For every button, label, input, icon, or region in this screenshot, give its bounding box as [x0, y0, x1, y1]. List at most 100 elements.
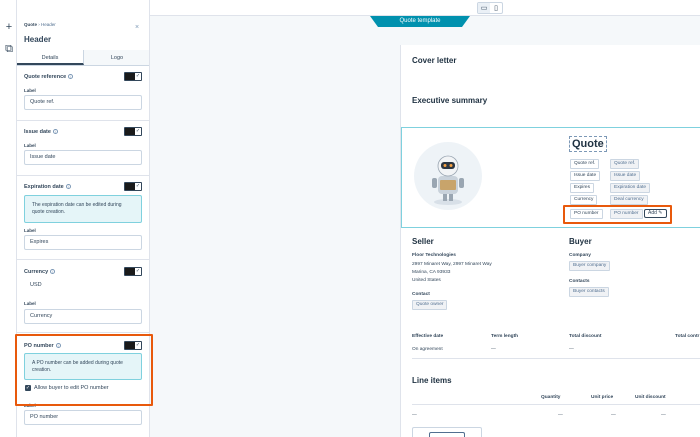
quote-reference-section: Quote reference i ✓ Label Quote ref.: [17, 66, 149, 121]
robot-logo-icon: [432, 155, 464, 205]
expiration-date-title: Expiration date i: [24, 184, 71, 190]
breadcrumb-separator: ›: [38, 22, 40, 27]
issue-date-input[interactable]: Issue date: [24, 150, 142, 165]
check-icon: ✓: [135, 183, 141, 189]
tree-icon[interactable]: ⧉: [4, 44, 14, 55]
expiration-date-input[interactable]: Expires: [24, 235, 142, 250]
buyer-contacts-chip: Buyer contacts: [569, 287, 609, 297]
seller-heading[interactable]: Seller: [412, 237, 434, 246]
desktop-icon[interactable]: ▭: [478, 3, 490, 13]
line-item-price-dash: —: [611, 413, 616, 418]
term-length-value: —: [491, 347, 496, 352]
currency-section: Currency i ✓ USD Label Currency: [17, 260, 149, 333]
effective-date-value: On agreement: [412, 347, 443, 352]
breadcrumb-current: Header: [41, 22, 56, 27]
po-row-highlight: [563, 205, 672, 224]
toggle-fill: [125, 128, 135, 135]
term-length-header: Term length: [491, 334, 519, 339]
quote-ref-label-chip[interactable]: Quote ref.: [570, 159, 600, 169]
info-icon[interactable]: i: [50, 269, 56, 275]
toggle-fill: [125, 73, 135, 80]
total-discount-header: Total discount: [569, 334, 602, 339]
panel-tabs: Details Logo: [17, 50, 149, 66]
po-number-highlight: [15, 334, 153, 406]
currency-input[interactable]: Currency: [24, 309, 142, 324]
total-discount-value: —: [569, 347, 574, 352]
total-contract-header: Total contr: [675, 334, 700, 339]
quote-reference-title: Quote reference i: [24, 74, 74, 80]
cover-letter-heading[interactable]: Cover letter: [412, 56, 456, 65]
line-item-placeholder-icon: [429, 432, 465, 437]
currency-toggle[interactable]: ✓: [124, 267, 142, 276]
check-icon: ✓: [135, 73, 141, 79]
seller-company: Floor Technologies: [412, 253, 456, 258]
info-icon[interactable]: i: [52, 129, 58, 135]
device-toggle[interactable]: ▭ ▯: [477, 2, 503, 14]
expiration-date-section: Expiration date i ✓ The expiration date c…: [17, 176, 149, 260]
panel-title: Header: [24, 35, 52, 44]
issue-date-label: Label: [24, 143, 36, 148]
currency-value: USD: [30, 282, 42, 288]
add-icon[interactable]: +: [4, 22, 14, 33]
expiration-date-toggle[interactable]: ✓: [124, 182, 142, 191]
line-item-quantity-dash: —: [558, 413, 563, 418]
company-logo[interactable]: [414, 142, 482, 210]
po-number-input[interactable]: PO number: [24, 410, 142, 425]
mobile-icon[interactable]: ▯: [490, 3, 502, 13]
seller-address-line3: United States: [412, 278, 441, 283]
buyer-contacts-label: Contacts: [569, 279, 590, 284]
quantity-header: Quantity: [541, 395, 561, 400]
expires-value-chip: Expiration date: [610, 183, 650, 193]
terms-divider: [412, 358, 700, 359]
quote-preview: Cover letter Executive summary Quote Quo…: [400, 45, 700, 437]
line-item-name-dash: —: [412, 413, 417, 418]
expires-label-chip[interactable]: Expires: [570, 183, 594, 193]
expiration-date-title-text: Expiration date: [24, 184, 64, 190]
quote-reference-toggle[interactable]: ✓: [124, 72, 142, 81]
expiration-date-notice: The expiration date can be edited during…: [24, 195, 142, 223]
check-icon: ✓: [135, 268, 141, 274]
issue-date-title: Issue date i: [24, 129, 58, 135]
line-item-placeholder-box[interactable]: [412, 427, 482, 437]
issue-date-label-chip[interactable]: Issue date: [570, 171, 601, 181]
quote-ref-value-chip: Quote ref.: [610, 159, 640, 169]
quote-title[interactable]: Quote: [569, 136, 607, 152]
currency-title: Currency i: [24, 269, 56, 275]
breadcrumb-root[interactable]: Quote: [24, 22, 37, 27]
unit-price-header: Unit price: [591, 395, 614, 400]
template-tab[interactable]: Quote template: [370, 16, 470, 27]
effective-date-header: Effective date: [412, 334, 444, 339]
issue-date-value-chip: Issue date: [610, 171, 641, 181]
line-item-discount-dash: —: [661, 413, 666, 418]
executive-summary-heading[interactable]: Executive summary: [412, 96, 487, 105]
currency-value-chip: Deal currency: [610, 195, 648, 205]
issue-date-toggle[interactable]: ✓: [124, 127, 142, 136]
line-items-divider: [412, 404, 700, 405]
seller-contact-chip: Quote owner: [412, 300, 448, 310]
tab-details[interactable]: Details: [17, 50, 84, 65]
issue-date-section: Issue date i ✓ Label Issue date: [17, 121, 149, 176]
toggle-fill: [125, 268, 135, 275]
issue-date-title-text: Issue date: [24, 129, 51, 135]
top-bar: ▭ ▯: [150, 0, 700, 16]
toggle-fill: [125, 183, 135, 190]
tab-logo[interactable]: Logo: [84, 50, 149, 65]
quote-reference-title-text: Quote reference: [24, 74, 67, 80]
currency-label: Label: [24, 301, 36, 306]
close-icon[interactable]: ×: [135, 24, 139, 31]
expiration-date-label: Label: [24, 228, 36, 233]
check-icon: ✓: [135, 128, 141, 134]
breadcrumb: Quote › Header: [24, 22, 56, 27]
buyer-company-label: Company: [569, 253, 591, 258]
buyer-company-chip: Buyer company: [569, 261, 611, 271]
buyer-heading[interactable]: Buyer: [569, 237, 592, 246]
line-items-heading[interactable]: Line items: [412, 376, 452, 385]
currency-title-text: Currency: [24, 269, 49, 275]
info-icon[interactable]: i: [68, 74, 74, 80]
info-icon[interactable]: i: [65, 184, 71, 190]
unit-discount-header: Unit discount: [635, 395, 666, 400]
quote-reference-input[interactable]: Quote ref.: [24, 95, 142, 110]
quote-reference-label: Label: [24, 88, 36, 93]
currency-label-chip[interactable]: Currency: [570, 195, 598, 205]
seller-contact-label: Contact: [412, 292, 430, 297]
